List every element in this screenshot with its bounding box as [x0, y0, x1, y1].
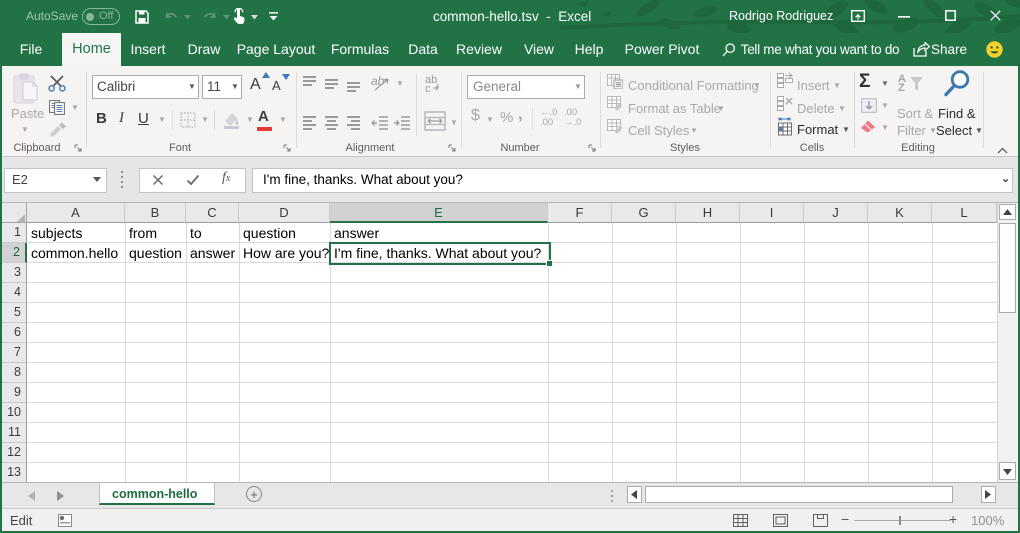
svg-text:ab: ab — [371, 74, 385, 88]
svg-text:c: c — [425, 83, 431, 93]
